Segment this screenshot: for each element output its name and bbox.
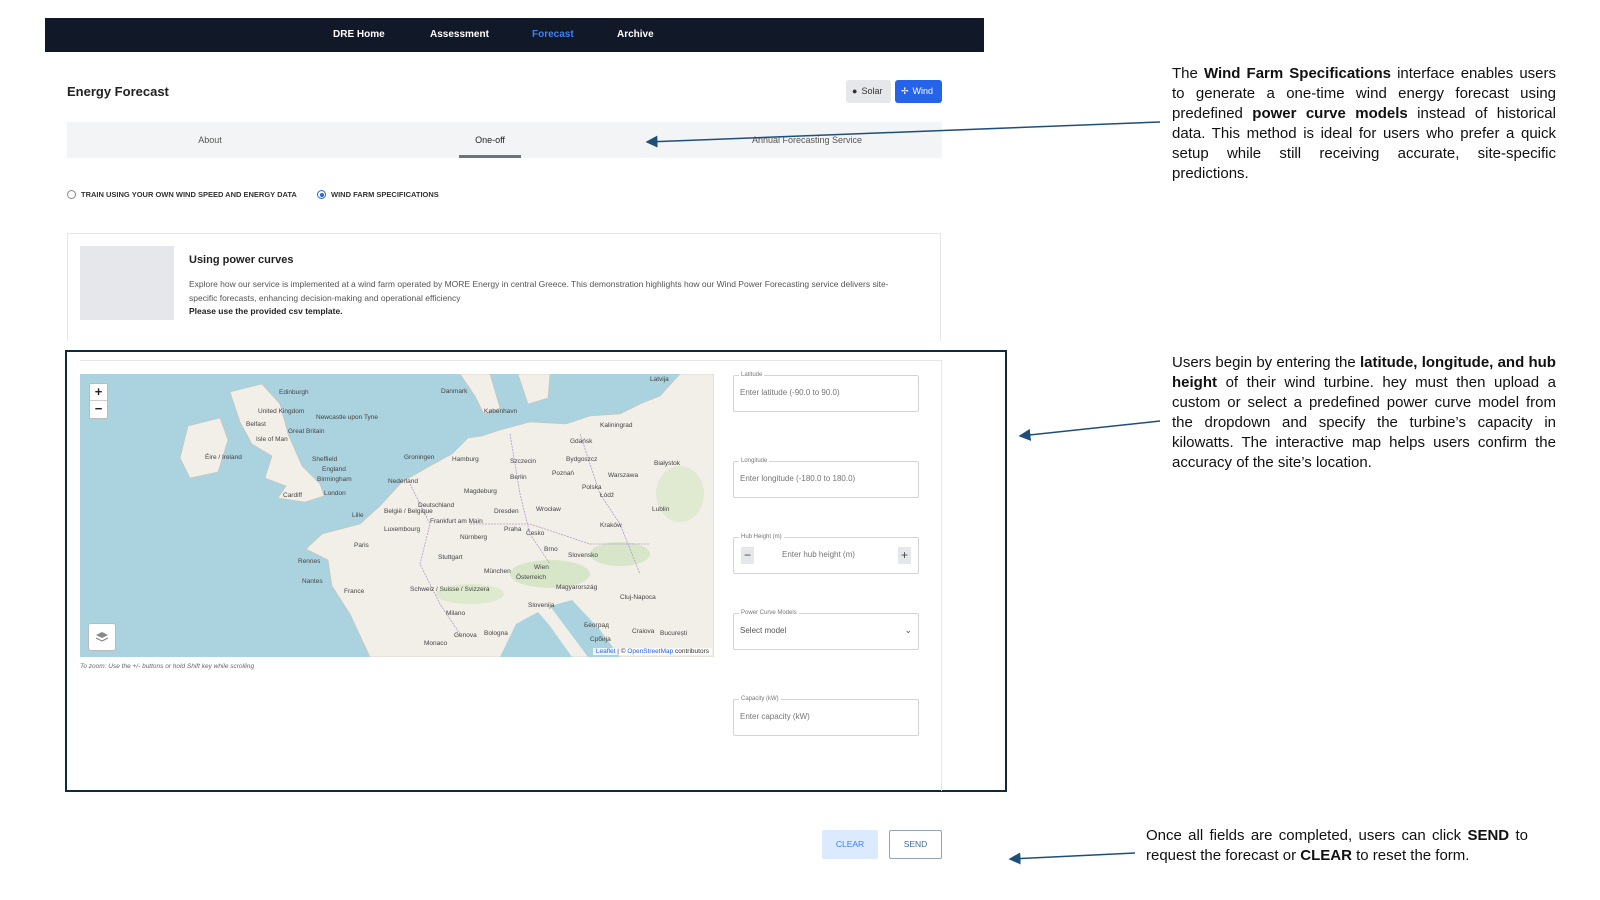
annotation-text: Once all fields are completed, users can…: [1146, 827, 1468, 844]
arrow-to-buttons: [1008, 852, 1136, 865]
annotation-top: The Wind Farm Specifications interface e…: [1172, 64, 1556, 184]
arrow-to-form: [1018, 420, 1161, 441]
arrow-to-tabs: [645, 121, 1161, 148]
annotation-bold: SEND: [1467, 827, 1510, 844]
annotation-bold: power curve models: [1252, 105, 1408, 122]
annotation-text: The: [1172, 65, 1204, 82]
annotation-bottom: Once all fields are completed, users can…: [1146, 826, 1528, 866]
annotation-bold: Wind Farm Specifications: [1203, 65, 1391, 82]
annotation-text: Users begin by entering the: [1172, 354, 1360, 371]
annotation-text: to reset the form.: [1351, 847, 1470, 864]
annotation-bold: CLEAR: [1300, 847, 1352, 864]
annotation-middle: Users begin by entering the latitude, lo…: [1172, 353, 1556, 473]
annotation-text: of their wind turbine. hey must then upl…: [1172, 374, 1556, 471]
